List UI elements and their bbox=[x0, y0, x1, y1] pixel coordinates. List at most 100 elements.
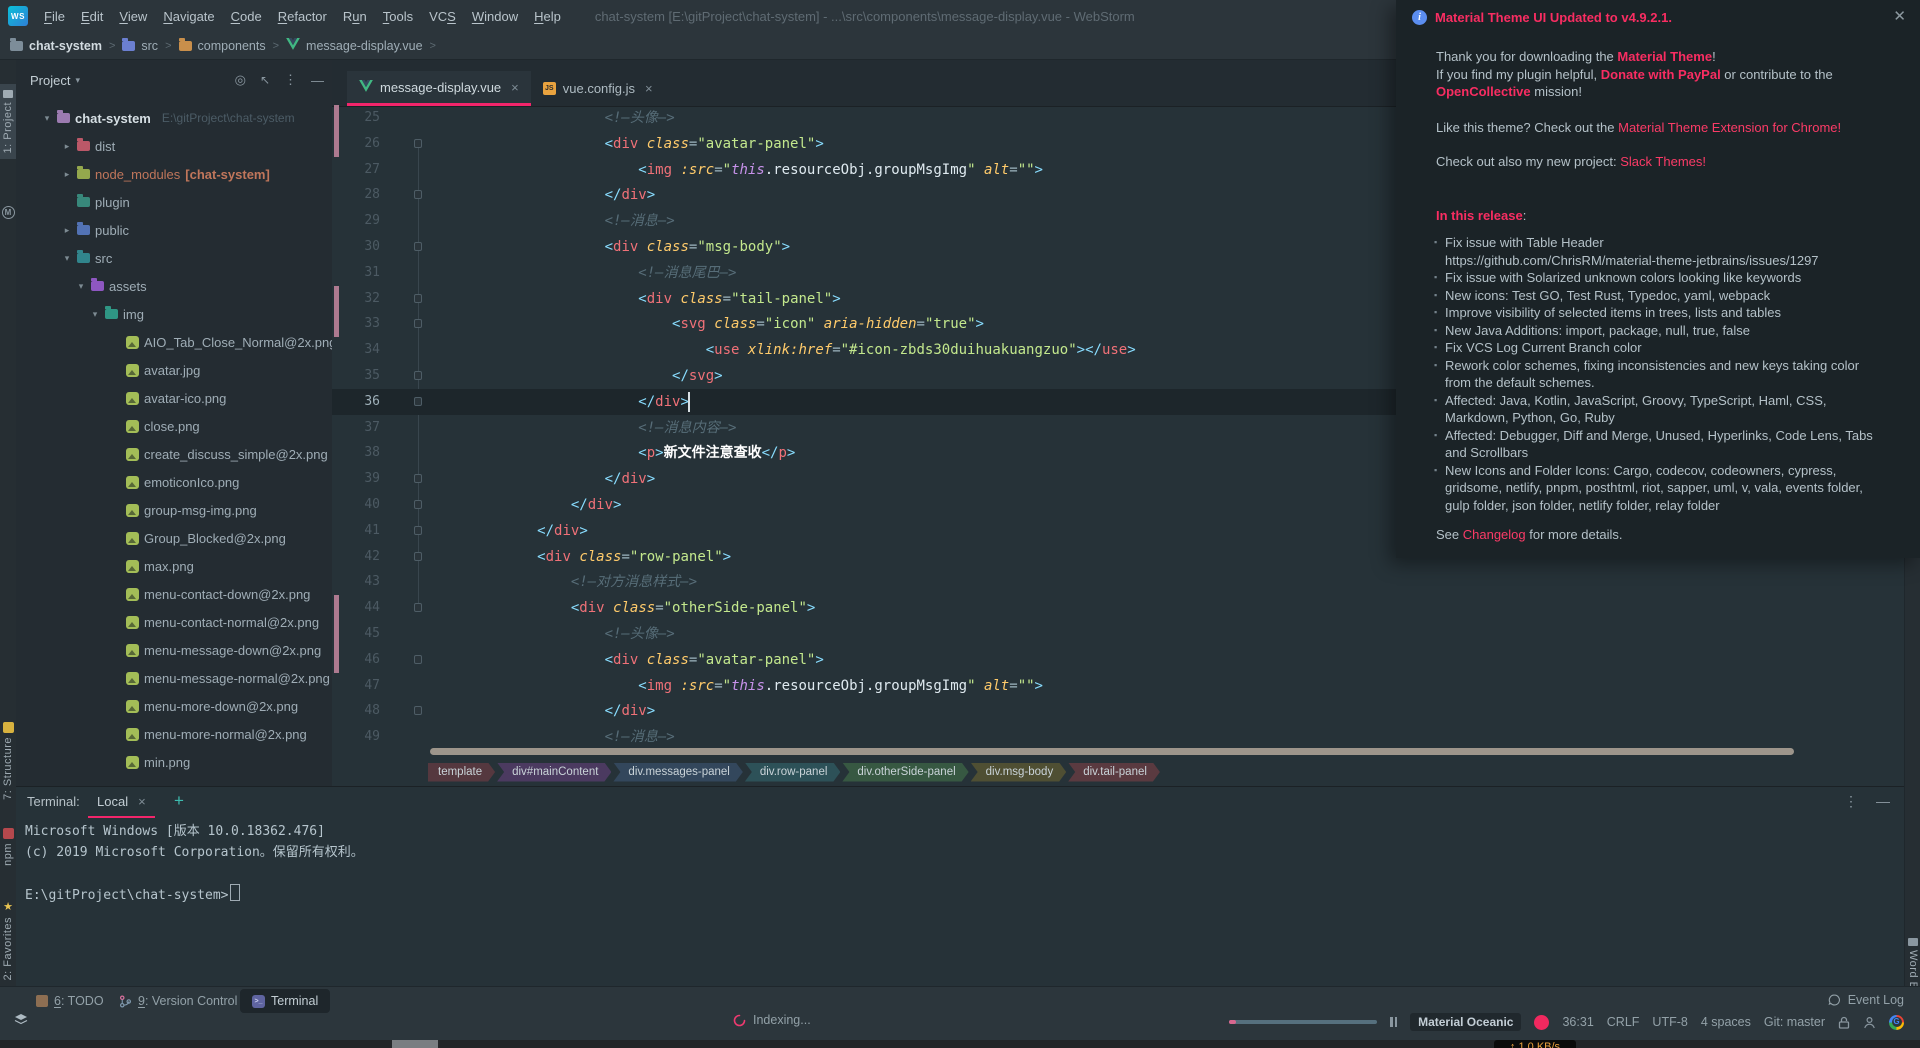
menu-item-help[interactable]: Help bbox=[526, 9, 569, 24]
line-number[interactable]: 44 bbox=[344, 595, 380, 621]
status-item[interactable]: UTF-8 bbox=[1652, 1015, 1687, 1029]
tree-item[interactable]: ▾ chat-system E:\gitProject\chat-system bbox=[16, 104, 332, 132]
line-number[interactable]: 43 bbox=[344, 569, 380, 595]
menu-item-run[interactable]: Run bbox=[335, 9, 375, 24]
user-widget-icon[interactable] bbox=[1863, 1016, 1876, 1029]
tree-item[interactable]: Group_Blocked@2x.png bbox=[16, 524, 332, 552]
line-number[interactable]: 28 bbox=[344, 182, 380, 208]
menu-item-tools[interactable]: Tools bbox=[375, 9, 421, 24]
breadcrumb-chip-div.row-panel[interactable]: div.row-panel bbox=[745, 763, 841, 782]
code-line[interactable]: 44 <div class="otherSide-panel"> bbox=[332, 595, 1904, 622]
more-options-icon[interactable]: ⋮ bbox=[1844, 793, 1858, 810]
version-control-button[interactable]: 9: Version Control bbox=[119, 991, 237, 1011]
menu-item-navigate[interactable]: Navigate bbox=[155, 9, 222, 24]
code-line[interactable]: 46 <div class="avatar-panel"> bbox=[332, 646, 1904, 673]
fold-icon[interactable] bbox=[414, 371, 422, 380]
material-theme-switch-button[interactable]: M bbox=[0, 206, 16, 219]
breadcrumb-chip-div.tail-panel[interactable]: div.tail-panel bbox=[1068, 763, 1160, 782]
line-number[interactable]: 33 bbox=[344, 311, 380, 337]
pause-icon[interactable] bbox=[1390, 1017, 1398, 1027]
close-icon[interactable]: ✕ bbox=[1893, 7, 1906, 25]
fold-icon[interactable] bbox=[414, 396, 422, 406]
status-item[interactable]: 36:31 bbox=[1562, 1015, 1593, 1029]
status-item[interactable]: 4 spaces bbox=[1701, 1015, 1751, 1029]
hide-panel-icon[interactable]: — bbox=[1876, 793, 1890, 810]
tree-item[interactable]: ▾ assets bbox=[16, 272, 332, 300]
tree-item[interactable]: menu-message-normal@2x.png bbox=[16, 664, 332, 692]
translation-plugin-icon[interactable] bbox=[1889, 1014, 1904, 1030]
editor-tab-message-display.vue[interactable]: message-display.vue × bbox=[347, 71, 531, 106]
menu-item-vcs[interactable]: VCS bbox=[421, 9, 464, 24]
line-number[interactable]: 30 bbox=[344, 234, 380, 260]
tree-item[interactable]: AIO_Tab_Close_Normal@2x.png bbox=[16, 328, 332, 356]
code-line[interactable]: 48 </div> bbox=[332, 698, 1904, 724]
tree-item[interactable]: min.png bbox=[16, 748, 332, 776]
line-number[interactable]: 37 bbox=[344, 415, 380, 441]
fold-icon[interactable] bbox=[414, 706, 422, 716]
tree-item[interactable]: close.png bbox=[16, 412, 332, 440]
code-line[interactable]: 49 <!—消息—> bbox=[332, 724, 1904, 746]
tree-item[interactable]: menu-message-down@2x.png bbox=[16, 636, 332, 664]
tree-item[interactable]: menu-contact-down@2x.png bbox=[16, 580, 332, 608]
link[interactable]: Slack Themes! bbox=[1620, 154, 1706, 169]
more-options-icon[interactable]: ⋮ bbox=[284, 72, 297, 88]
menu-item-view[interactable]: View bbox=[111, 9, 155, 24]
close-icon[interactable]: × bbox=[138, 794, 146, 809]
menu-item-file[interactable]: File bbox=[36, 9, 73, 24]
terminal-tab-local[interactable]: Local × bbox=[88, 787, 155, 818]
breadcrumb-chip-div.messages-panel[interactable]: div.messages-panel bbox=[613, 763, 742, 782]
line-number[interactable]: 39 bbox=[344, 466, 380, 492]
tree-item[interactable]: avatar.jpg bbox=[16, 356, 332, 384]
horizontal-scrollbar[interactable] bbox=[430, 748, 1794, 755]
line-number[interactable]: 48 bbox=[344, 698, 380, 724]
sidebar-item-project[interactable]: 1: Project bbox=[0, 84, 16, 160]
fold-icon[interactable] bbox=[414, 474, 422, 484]
code-line[interactable]: 45 <!—头像—> bbox=[332, 621, 1904, 647]
todo-button[interactable]: 6: TODO bbox=[36, 991, 104, 1011]
tree-item[interactable]: ▾ img bbox=[16, 300, 332, 328]
breadcrumb-chip-div.otherSide-panel[interactable]: div.otherSide-panel bbox=[842, 763, 968, 782]
line-number[interactable]: 32 bbox=[344, 286, 380, 312]
fold-icon[interactable] bbox=[414, 551, 422, 561]
tree-item[interactable]: ▸ node_modules [chat-system] bbox=[16, 160, 332, 188]
layers-icon[interactable] bbox=[14, 1013, 28, 1026]
new-session-icon[interactable]: + bbox=[174, 791, 184, 811]
line-number[interactable]: 25 bbox=[344, 105, 380, 131]
menu-item-edit[interactable]: Edit bbox=[73, 9, 111, 24]
tree-item[interactable]: ▸ dist bbox=[16, 132, 332, 160]
fold-icon[interactable] bbox=[414, 293, 422, 303]
line-number[interactable]: 42 bbox=[344, 544, 380, 570]
fold-icon[interactable] bbox=[414, 500, 422, 509]
project-panel-title[interactable]: Project bbox=[30, 73, 70, 88]
line-number[interactable]: 38 bbox=[344, 440, 380, 466]
link[interactable]: Material Theme Extension for Chrome! bbox=[1618, 120, 1841, 135]
tree-item[interactable]: plugin bbox=[16, 188, 332, 216]
tree-item[interactable]: menu-more-down@2x.png bbox=[16, 692, 332, 720]
code-line[interactable]: 47 <img :src="this.resourceObj.groupMsgI… bbox=[332, 673, 1904, 699]
tree-item[interactable]: ▾ src bbox=[16, 244, 332, 272]
line-number[interactable]: 34 bbox=[344, 337, 380, 363]
breadcrumb-chip-template[interactable]: template bbox=[428, 763, 495, 782]
line-number[interactable]: 40 bbox=[344, 492, 380, 518]
fold-icon[interactable] bbox=[414, 603, 422, 613]
breadcrumb-item-message-display.vue[interactable]: message-display.vue bbox=[286, 38, 423, 53]
tree-item[interactable]: menu-contact-normal@2x.png bbox=[16, 608, 332, 636]
line-number[interactable]: 27 bbox=[344, 157, 380, 183]
breadcrumb-chip-div#mainContent[interactable]: div#mainContent bbox=[497, 763, 611, 782]
locate-icon[interactable]: ◎ bbox=[235, 72, 246, 88]
status-item[interactable]: Git: master bbox=[1764, 1015, 1825, 1029]
fold-icon[interactable] bbox=[414, 242, 422, 251]
terminal-button[interactable]: >_ Terminal bbox=[240, 989, 331, 1013]
terminal-output[interactable]: Microsoft Windows [版本 10.0.18362.476] (c)… bbox=[25, 821, 364, 906]
event-log-button[interactable]: Event Log bbox=[1828, 993, 1904, 1007]
theme-status-widget[interactable]: Material Oceanic bbox=[1410, 1013, 1522, 1031]
breadcrumb-item-components[interactable]: components bbox=[178, 37, 266, 53]
fold-icon[interactable] bbox=[414, 138, 422, 148]
collapse-all-icon[interactable]: ↖ bbox=[260, 73, 270, 87]
tree-item[interactable]: ▸ public bbox=[16, 216, 332, 244]
code-line[interactable]: 43 <!—对方消息样式—> bbox=[332, 569, 1904, 595]
line-number[interactable]: 47 bbox=[344, 673, 380, 699]
menu-item-code[interactable]: Code bbox=[223, 9, 270, 24]
chevron-down-icon[interactable]: ▾ bbox=[75, 75, 80, 86]
sidebar-item-structure[interactable]: 7: Structure bbox=[0, 722, 16, 800]
